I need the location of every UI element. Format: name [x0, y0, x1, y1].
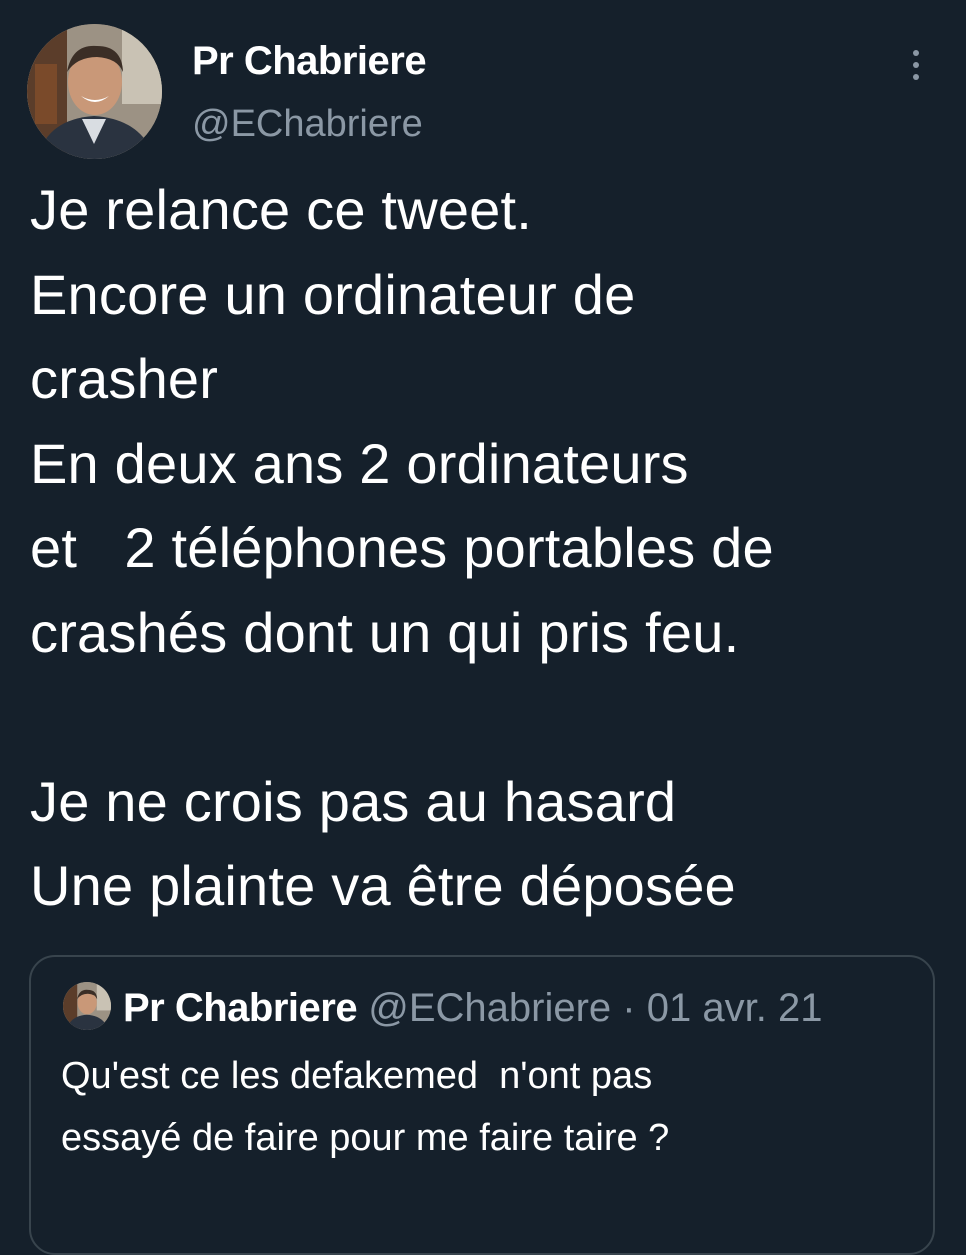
quoted-text: Qu'est ce les defakemed n'ont pas essayé… — [61, 1055, 670, 1159]
quoted-separator: · — [622, 986, 636, 1030]
quoted-avatar-image — [63, 982, 111, 1030]
tweet: Pr Chabriere @EChabriere Je relance ce t… — [0, 0, 966, 1255]
quoted-avatar — [63, 982, 111, 1030]
more-dot — [913, 62, 919, 68]
author-display-name[interactable]: Pr Chabriere — [192, 38, 427, 84]
more-dot — [913, 74, 919, 80]
quoted-tweet[interactable]: Pr Chabriere @EChabriere · 01 avr. 21 Qu… — [29, 955, 935, 1255]
quoted-display-name[interactable]: Pr Chabriere — [123, 986, 358, 1030]
quoted-handle[interactable]: @EChabriere — [368, 986, 611, 1030]
more-vertical-icon[interactable] — [898, 40, 934, 90]
avatar[interactable] — [27, 24, 162, 159]
avatar-image — [27, 24, 162, 159]
quoted-date[interactable]: 01 avr. 21 — [647, 986, 823, 1030]
author-handle[interactable]: @EChabriere — [192, 102, 423, 146]
tweet-text: Je relance ce tweet. Encore un ordinateu… — [30, 178, 774, 917]
more-dot — [913, 50, 919, 56]
quoted-header: Pr Chabriere @EChabriere · 01 avr. 21 — [123, 985, 822, 1031]
